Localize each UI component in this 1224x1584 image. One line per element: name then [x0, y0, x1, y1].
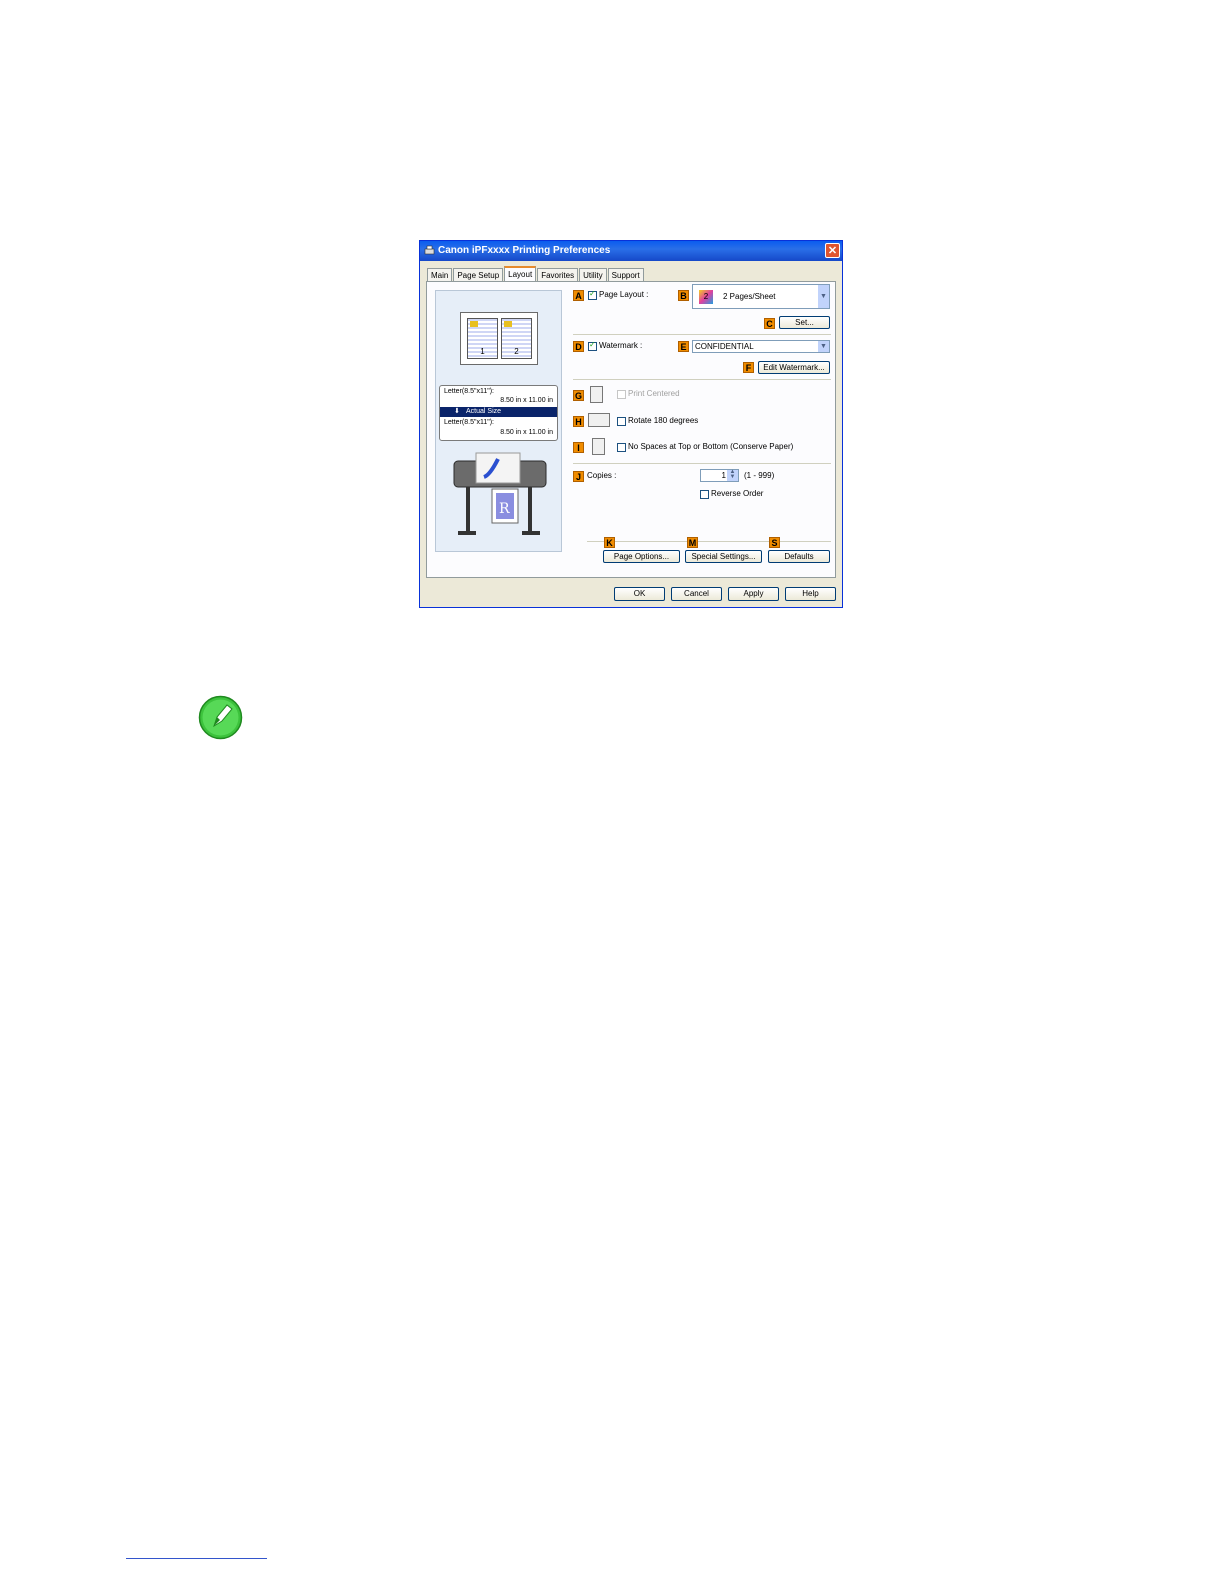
tab-main[interactable]: Main — [427, 268, 453, 282]
print-centered-label: Print Centered — [628, 389, 680, 398]
source-paper-size: 8.50 in x 11.00 in — [500, 397, 553, 404]
marker-m: M — [687, 537, 698, 548]
marker-g: G — [573, 390, 584, 401]
preview-page-2: 2 — [501, 318, 532, 359]
marker-f: F — [743, 362, 754, 373]
marker-k: K — [604, 537, 615, 548]
tab-support[interactable]: Support — [607, 268, 644, 282]
edit-watermark-button[interactable]: Edit Watermark... — [758, 361, 830, 374]
page-layout-select[interactable]: 2 2 Pages/Sheet ▼ — [692, 284, 830, 309]
tab-favorites[interactable]: Favorites — [537, 268, 579, 282]
source-paper-name: Letter(8.5"x11"): — [444, 388, 494, 395]
actual-size-row: ⬇ Actual Size — [440, 407, 557, 417]
tab-strip: Main Page Setup Layout Favorites Utility… — [427, 266, 645, 283]
marker-h: H — [573, 416, 584, 427]
watermark-value: CONFIDENTIAL — [695, 342, 754, 351]
down-arrow-icon: ⬇ — [454, 408, 460, 415]
tab-page-setup[interactable]: Page Setup — [453, 268, 504, 282]
copies-value: 1 — [721, 471, 726, 480]
printing-preferences-dialog: Canon iPFxxxx Printing Preferences ✕ Mai… — [419, 240, 843, 608]
reverse-order-label: Reverse Order — [711, 489, 764, 498]
preview-page-1: 1 — [467, 318, 498, 359]
ok-button[interactable]: OK — [614, 587, 665, 601]
image-icon — [470, 321, 478, 327]
cancel-button[interactable]: Cancel — [671, 587, 722, 601]
preview-pane: 1 2 Letter(8.5"x11"): 8.50 in x 11.00 in… — [435, 290, 562, 552]
print-centered-checkbox[interactable] — [617, 390, 626, 399]
footer-link-underline — [126, 1558, 267, 1559]
special-settings-button[interactable]: Special Settings... — [685, 550, 762, 563]
rotate-180-label: Rotate 180 degrees — [628, 416, 699, 425]
layout-tab-panel: 1 2 Letter(8.5"x11"): 8.50 in x 11.00 in… — [426, 281, 836, 578]
separator — [573, 379, 831, 380]
close-button[interactable]: ✕ — [825, 243, 840, 258]
chevron-down-icon[interactable]: ▼ — [818, 341, 829, 352]
help-button[interactable]: Help — [785, 587, 836, 601]
spin-updown-icon[interactable]: ▲ ▼ — [727, 469, 738, 481]
chevron-down-icon[interactable]: ▼ — [818, 285, 829, 308]
page-number: 1 — [480, 347, 485, 356]
title-bar: Canon iPFxxxx Printing Preferences ✕ — [420, 241, 842, 261]
separator — [573, 463, 831, 464]
copies-input[interactable]: 1 ▲ ▼ — [700, 469, 739, 482]
reverse-order-checkbox[interactable] — [700, 490, 709, 499]
rotate-icon — [588, 413, 610, 427]
marker-b: B — [678, 290, 689, 301]
marker-a: A — [573, 290, 584, 301]
marker-i: I — [573, 442, 584, 453]
output-paper-size: 8.50 in x 11.00 in — [500, 429, 553, 436]
rotate-180-checkbox[interactable] — [617, 417, 626, 426]
page-options-button[interactable]: Page Options... — [603, 550, 680, 563]
marker-s: S — [769, 537, 780, 548]
separator — [587, 541, 831, 542]
page-layout-checkbox[interactable] — [588, 289, 597, 300]
conserve-paper-icon — [592, 438, 605, 455]
tab-utility[interactable]: Utility — [579, 268, 607, 282]
window-title: Canon iPFxxxx Printing Preferences — [438, 245, 611, 256]
page-layout-value: 2 Pages/Sheet — [723, 292, 776, 301]
actual-size-label: Actual Size — [466, 408, 502, 415]
page-layout-preview: 1 2 — [460, 312, 538, 365]
print-centered-icon — [590, 386, 603, 403]
output-paper-name: Letter(8.5"x11"): — [444, 419, 494, 426]
no-spaces-checkbox[interactable] — [617, 443, 626, 452]
watermark-select[interactable]: CONFIDENTIAL ▼ — [692, 340, 830, 353]
svg-text:R: R — [499, 501, 510, 517]
note-pencil-icon — [198, 695, 243, 740]
page-layout-label: Page Layout : — [599, 290, 649, 299]
pages-per-sheet-icon: 2 — [699, 290, 713, 304]
marker-c: C — [764, 318, 775, 329]
copies-range: (1 - 999) — [744, 471, 775, 480]
separator — [573, 334, 831, 335]
marker-j: J — [573, 471, 584, 482]
no-spaces-label: No Spaces at Top or Bottom (Conserve Pap… — [628, 442, 794, 451]
apply-button[interactable]: Apply — [728, 587, 779, 601]
copies-label: Copies : — [587, 471, 617, 480]
image-icon — [504, 321, 512, 327]
page-number: 2 — [514, 347, 519, 356]
watermark-label: Watermark : — [599, 341, 643, 350]
set-button[interactable]: Set... — [779, 316, 830, 329]
marker-e: E — [678, 341, 689, 352]
paper-size-info: Letter(8.5"x11"): 8.50 in x 11.00 in ⬇ A… — [439, 385, 558, 441]
printer-app-icon — [424, 245, 435, 255]
watermark-checkbox[interactable] — [588, 340, 597, 351]
defaults-button[interactable]: Defaults — [768, 550, 830, 563]
printer-illustration: R — [453, 452, 547, 535]
marker-d: D — [573, 341, 584, 352]
